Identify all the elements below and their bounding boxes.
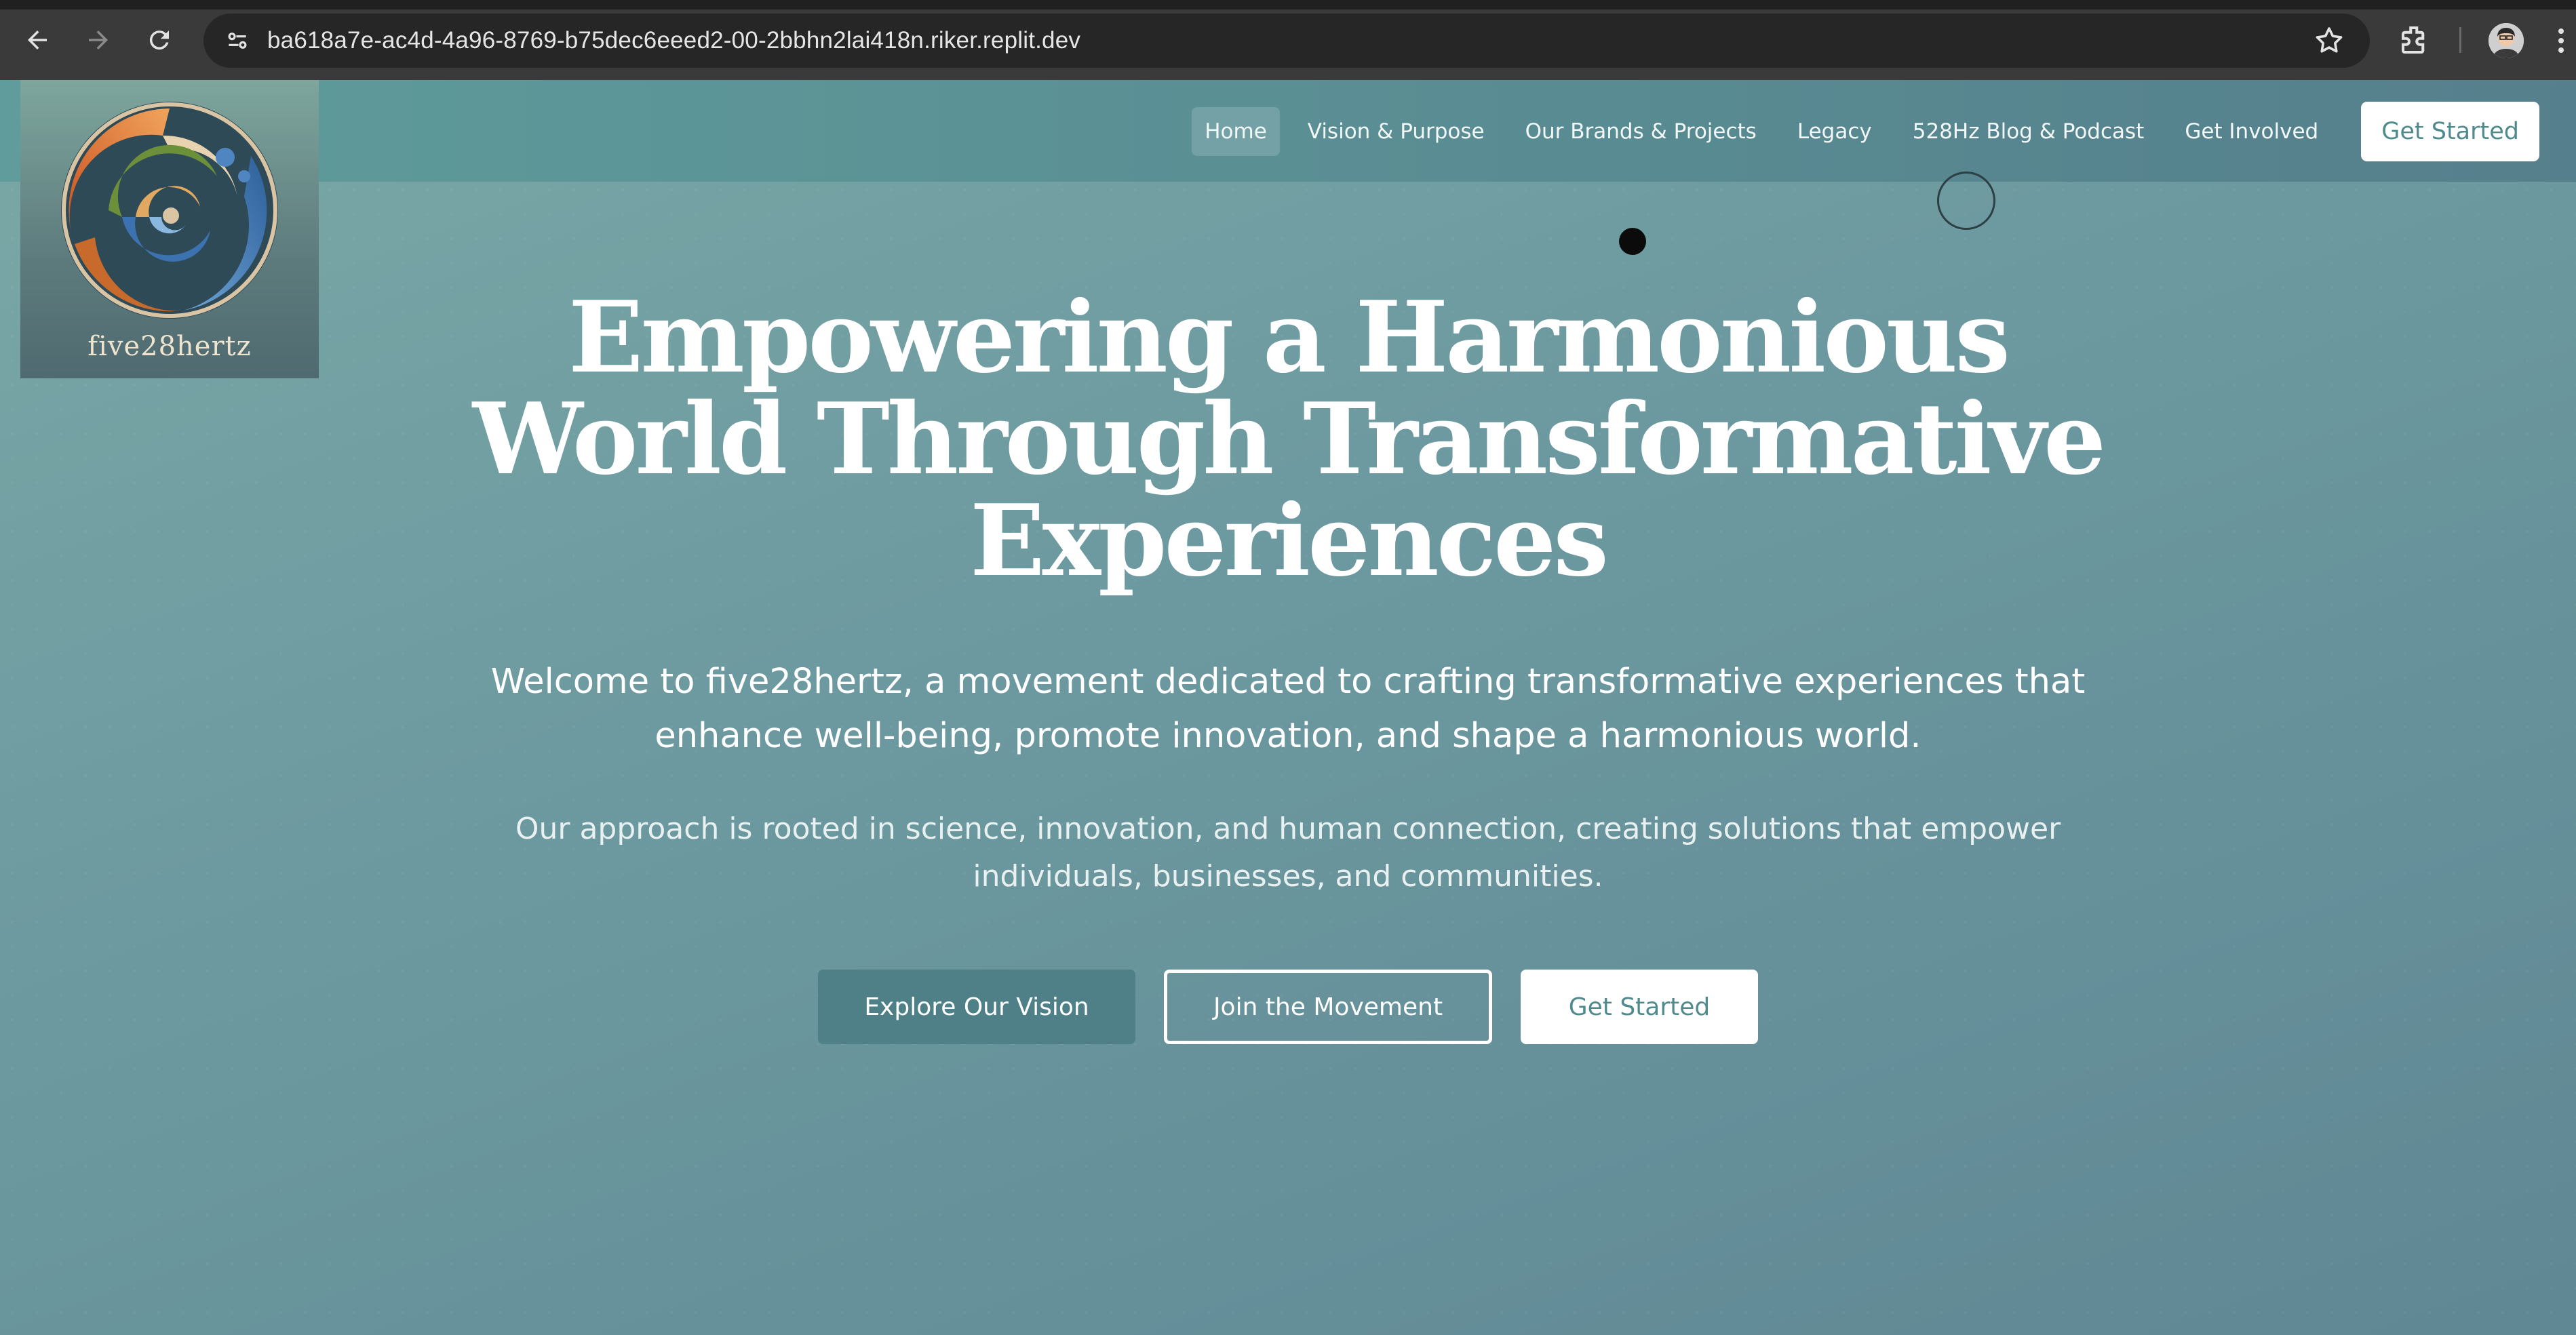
explore-vision-button[interactable]: Explore Our Vision [818, 970, 1135, 1044]
nav-item-brands-projects[interactable]: Our Brands & Projects [1513, 107, 1770, 156]
kebab-menu-icon[interactable] [2552, 24, 2571, 57]
hero-title-line: Empowering a Harmonious [568, 280, 2010, 395]
nav-item-legacy[interactable]: Legacy [1784, 107, 1885, 156]
reload-icon[interactable] [142, 23, 176, 57]
browser-toolbar: ba618a7e-ac4d-4a96-8769-b75dec6eeed2-00-… [0, 0, 2576, 80]
site-header: Home Vision & Purpose Our Brands & Proje… [0, 80, 2576, 182]
nav-item-get-involved[interactable]: Get Involved [2172, 107, 2331, 156]
hero-sub-paragraph: Our approach is rooted in science, innov… [0, 805, 2576, 900]
nav-item-blog-podcast[interactable]: 528Hz Blog & Podcast [1900, 107, 2158, 156]
hero-title-line: Experiences [970, 483, 1609, 599]
hero-title-line: World Through Transformative [472, 382, 2106, 497]
hero-lead-paragraph: Welcome to five28hertz, a movement dedic… [0, 655, 2576, 763]
forward-arrow-icon[interactable] [81, 23, 115, 57]
profile-avatar[interactable] [2489, 23, 2524, 58]
address-bar[interactable]: ba618a7e-ac4d-4a96-8769-b75dec6eeed2-00-… [203, 14, 2370, 68]
hero-get-started-button[interactable]: Get Started [1521, 970, 1758, 1044]
nav-item-home[interactable]: Home [1192, 107, 1280, 156]
spiral-logo-icon [61, 102, 278, 319]
back-arrow-icon[interactable] [20, 23, 54, 57]
page-viewport: Home Vision & Purpose Our Brands & Proje… [0, 80, 2576, 1335]
bookmark-star-icon[interactable] [2313, 24, 2345, 57]
hero-sub-line: individuals, businesses, and communities… [973, 859, 1603, 894]
hero-actions: Explore Our Vision Join the Movement Get… [0, 970, 2576, 1044]
hero-lead-line: Welcome to five28hertz, a movement dedic… [490, 662, 2086, 702]
header-get-started-button[interactable]: Get Started [2361, 102, 2539, 161]
custom-cursor-ring [1937, 172, 1995, 230]
extensions-icon[interactable] [2397, 22, 2434, 58]
toolbar-divider [2459, 27, 2461, 53]
site-settings-icon[interactable] [220, 23, 255, 58]
hero-lead-line: enhance well-being, promote innovation, … [655, 716, 1921, 756]
site-logo[interactable]: five28hertz [20, 80, 319, 378]
main-navigation: Home Vision & Purpose Our Brands & Proje… [1177, 102, 2539, 161]
hero-sub-line: Our approach is rooted in science, innov… [515, 812, 2061, 846]
hero-title: Empowering a Harmonious World Through Tr… [0, 287, 2576, 592]
url-text[interactable]: ba618a7e-ac4d-4a96-8769-b75dec6eeed2-00-… [267, 27, 1080, 54]
join-movement-button[interactable]: Join the Movement [1164, 970, 1492, 1044]
nav-item-vision-purpose[interactable]: Vision & Purpose [1295, 107, 1498, 156]
logo-wordmark: five28hertz [87, 331, 252, 362]
custom-cursor-dot [1619, 228, 1646, 255]
